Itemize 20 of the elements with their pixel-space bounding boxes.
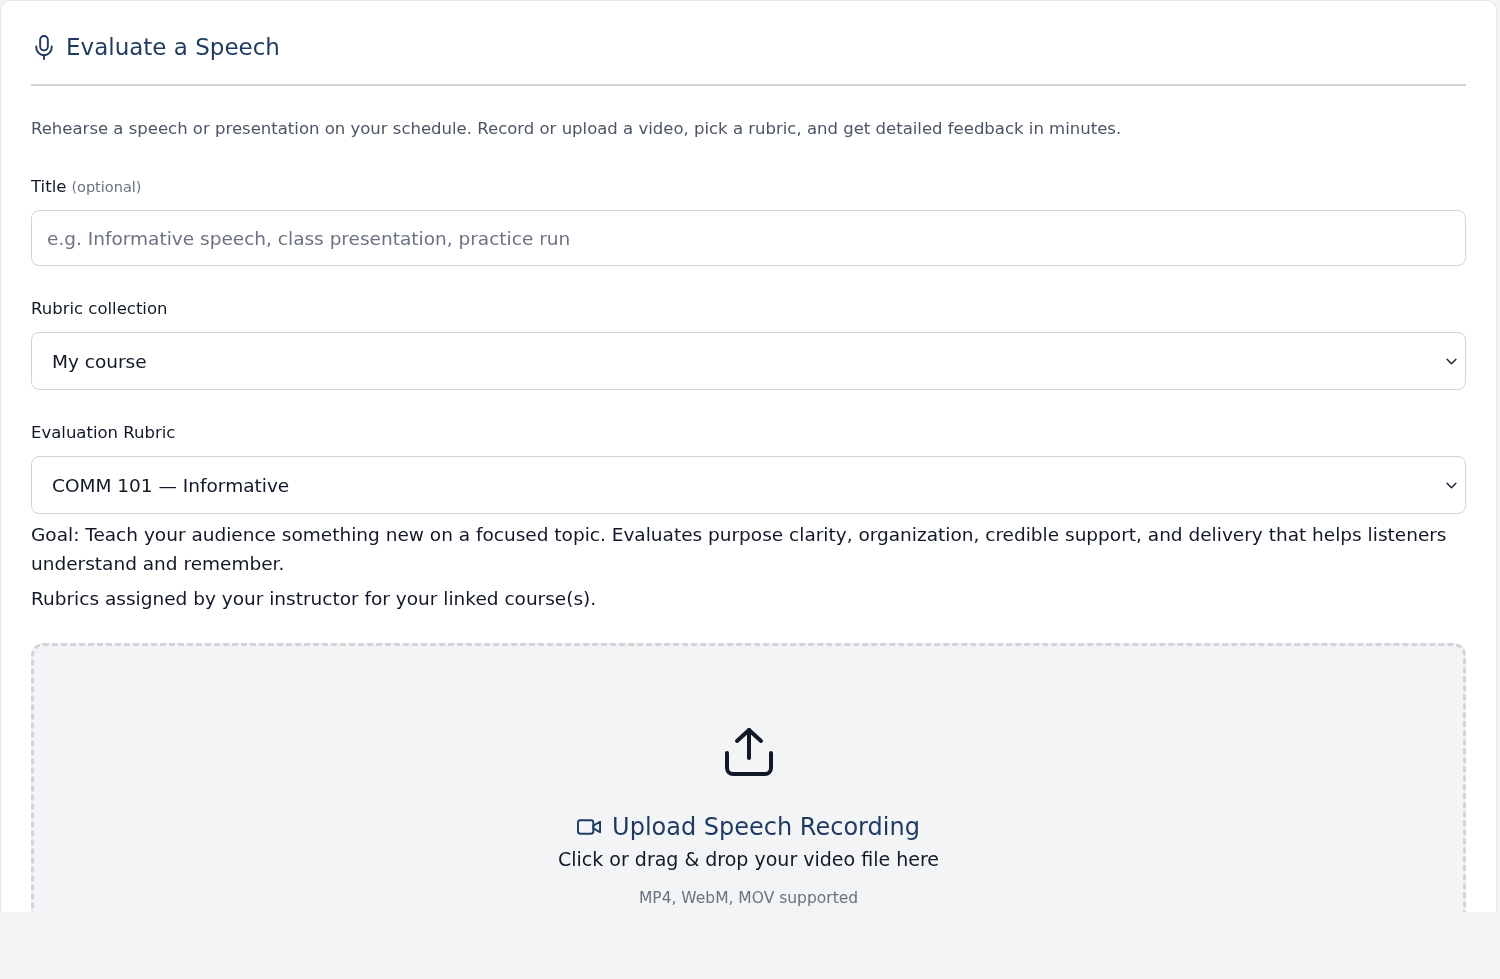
field-label: Rubric collection <box>31 298 168 320</box>
help-text: Rubrics assigned by your instructor for your linked course(s). <box>31 587 598 611</box>
description-text: Rehearse a speech or presentation on your schedule. Record or upload a video, pick a rubric, and get detailed feedback in minutes. <box>31 118 1123 140</box>
select-dropdown[interactable]: My course <box>31 332 1466 390</box>
video-camera-icon <box>577 819 603 835</box>
chevron-down-icon <box>1446 481 1457 489</box>
title-input[interactable]: e.g. Informative speech, class presentation, practice run <box>31 210 1466 266</box>
field-label: Evaluation Rubric <box>31 422 176 444</box>
page-title: Evaluate a Speech <box>66 33 280 62</box>
optional-note: (optional) <box>71 178 142 197</box>
supported-formats-text: MP4, WebM, MOV supported <box>638 888 859 908</box>
upload-instruction: Click or drag & drop your video file here <box>558 847 939 872</box>
upload-icon <box>723 727 774 777</box>
upload-title: Upload Speech Recording <box>612 812 920 843</box>
chevron-down-icon <box>1446 357 1457 365</box>
upload-dropzone[interactable]: Upload Speech Recording Click or drag & drop your video file here MP4, WebM, MOV supported <box>31 643 1466 912</box>
help-text: Goal: Teach your audience something new on a focused topic. Evaluates purpose clarity, organization, credible support, and delivery that helps listeners understand and remember. <box>31 523 1448 576</box>
microphone-icon <box>35 34 53 60</box>
select-dropdown[interactable]: COMM 101 — Informative <box>31 456 1466 514</box>
field-label: Title <box>31 176 67 198</box>
